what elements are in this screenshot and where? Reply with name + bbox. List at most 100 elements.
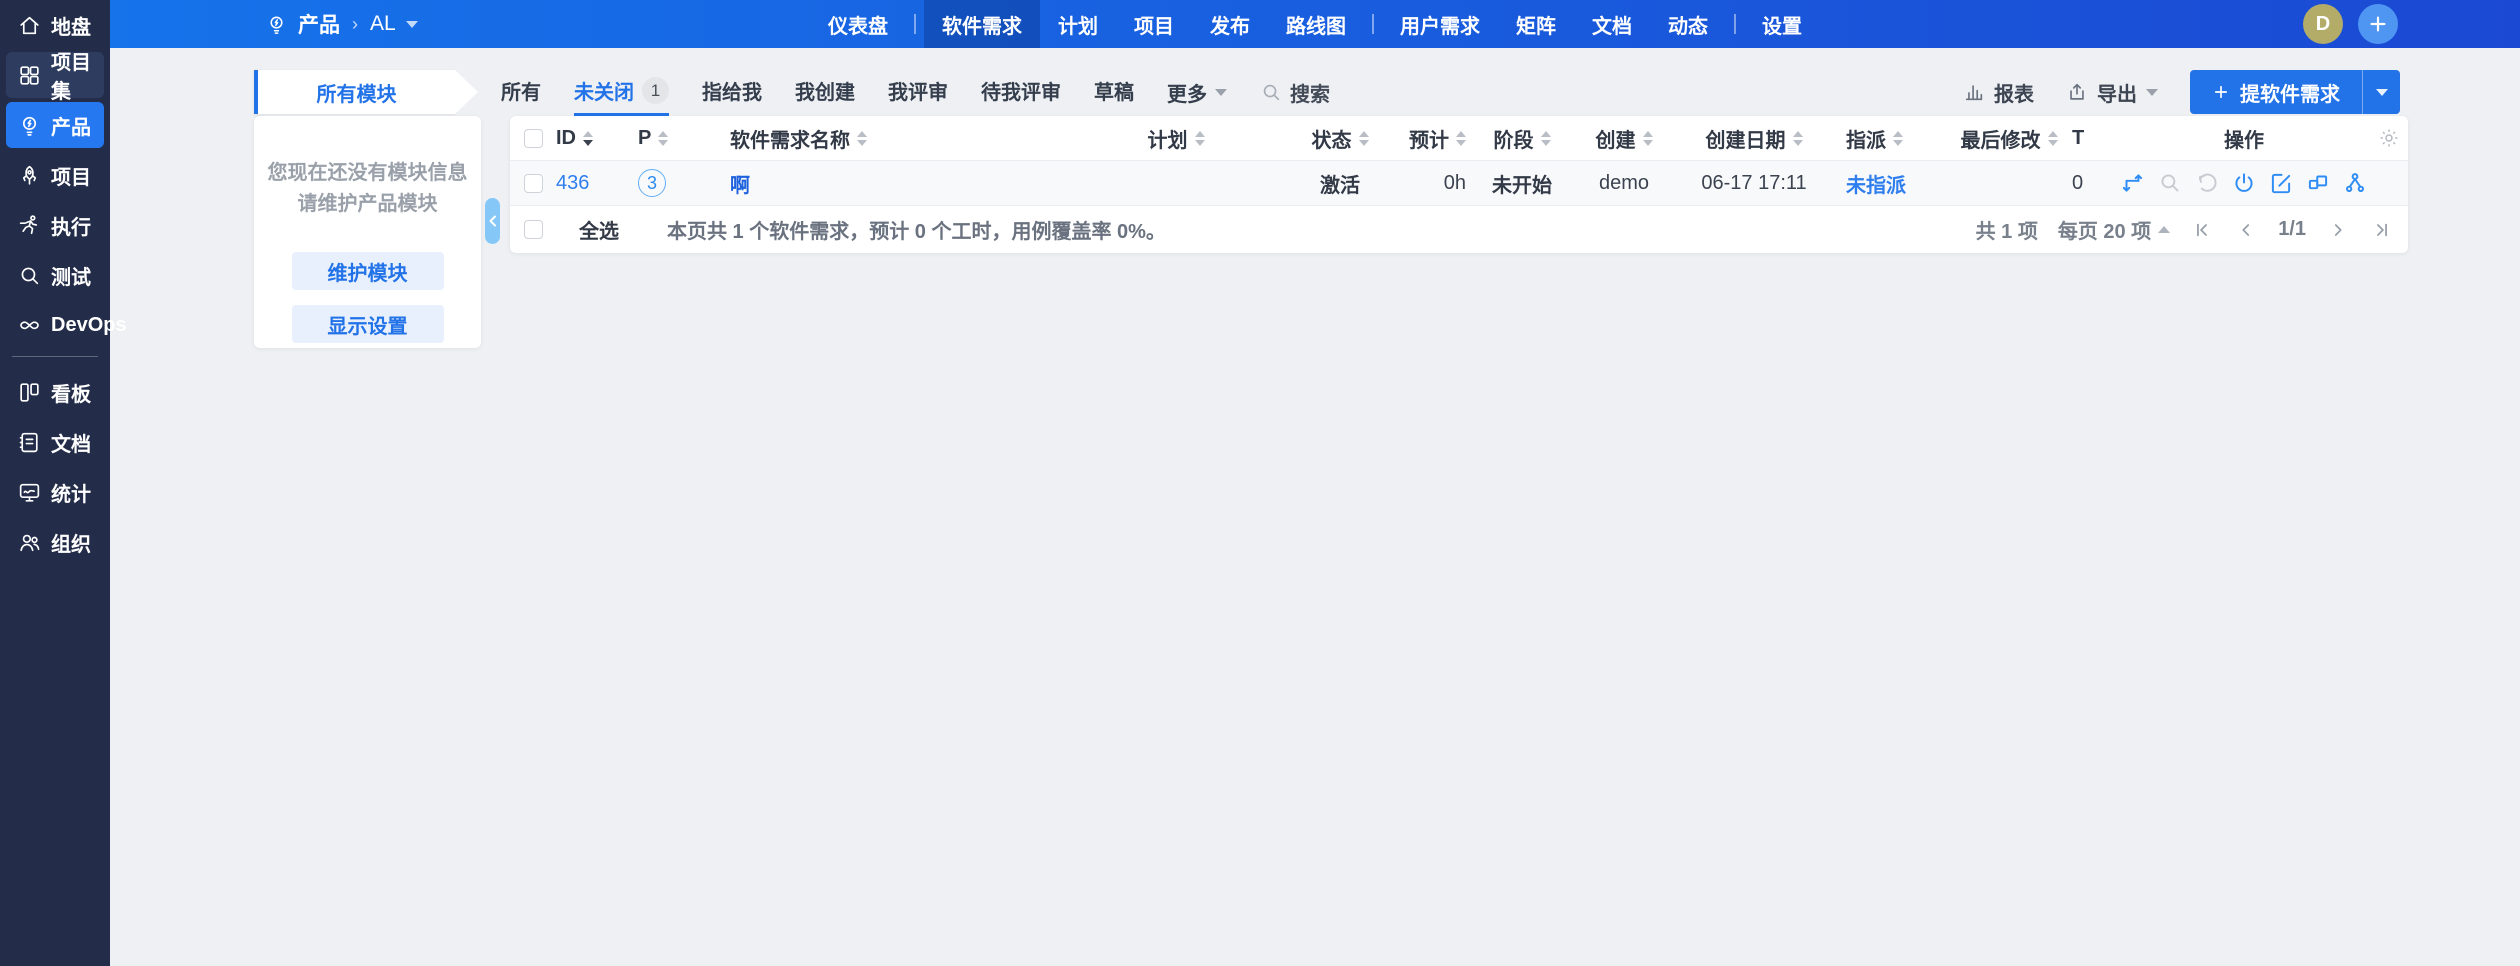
sidebar-item-devops[interactable]: DevOps (6, 302, 104, 348)
column-priority[interactable]: P (638, 127, 730, 150)
next-page-button[interactable] (2326, 218, 2350, 242)
menu-dynamic[interactable]: 动态 (1650, 0, 1726, 48)
pagination: 共 1 项 每页 20 项 1/1 (1976, 215, 2408, 244)
tab-assigned-to-me[interactable]: 指给我 (702, 68, 762, 116)
per-page-selector[interactable]: 每页 20 项 (2058, 215, 2170, 244)
sidebar-item-execution[interactable]: 执行 (6, 202, 104, 248)
maintain-module-button[interactable]: 维护模块 (292, 252, 444, 290)
sidebar-item-label: 产品 (51, 111, 91, 140)
creator-value: demo (1599, 172, 1649, 195)
tab-created-by-me[interactable]: 我创建 (795, 68, 855, 116)
header-checkbox[interactable] (524, 129, 543, 148)
last-page-button[interactable] (2370, 218, 2394, 242)
more-dropdown[interactable]: 更多 (1167, 78, 1227, 107)
tab-to-review[interactable]: 待我评审 (981, 68, 1061, 116)
module-panel: 您现在还没有模块信息 请维护产品模块 维护模块 显示设置 (254, 116, 481, 348)
column-created-date[interactable]: 创建日期 (1676, 124, 1832, 153)
tab-unclosed[interactable]: 未关闭 1 (574, 68, 669, 116)
module-switch-button[interactable]: 所有模块 (254, 70, 455, 114)
assigned-to-link[interactable]: 未指派 (1846, 169, 1906, 198)
menu-roadmap[interactable]: 路线图 (1268, 0, 1364, 48)
rocket-icon (17, 163, 42, 188)
sidebar-item-label: 项目 (51, 161, 91, 190)
display-settings-button[interactable]: 显示设置 (292, 305, 444, 343)
story-table: ID P 软件需求名称 计划 状态 预计 阶段 创建 (510, 116, 2408, 253)
panel-collapse-handle[interactable] (485, 198, 500, 244)
subdivide-action-icon[interactable] (2304, 169, 2332, 197)
story-title-link[interactable]: 啊 (730, 169, 750, 198)
chevron-down-icon (2146, 89, 2158, 96)
menu-story[interactable]: 软件需求 (924, 0, 1040, 48)
stage-value: 未开始 (1492, 169, 1552, 198)
search-toggle[interactable]: 搜索 (1260, 78, 1330, 107)
create-story-button[interactable]: 提软件需求 (2190, 70, 2400, 114)
quick-create-button[interactable] (2358, 4, 2398, 44)
sort-icon (2048, 131, 2058, 146)
stats-icon (17, 480, 42, 505)
sidebar-item-project-set[interactable]: 项目集 (6, 52, 104, 98)
select-all-label[interactable]: 全选 (579, 215, 619, 244)
create-story-main[interactable]: 提软件需求 (2190, 78, 2362, 107)
first-page-icon (2193, 221, 2211, 239)
column-creator[interactable]: 创建 (1572, 124, 1676, 153)
report-button[interactable]: 报表 (1963, 78, 2034, 107)
sidebar-item-project[interactable]: 项目 (6, 152, 104, 198)
tab-all[interactable]: 所有 (501, 68, 541, 116)
prev-page-button[interactable] (2234, 218, 2258, 242)
export-dropdown[interactable]: 导出 (2066, 78, 2158, 107)
chevron-down-icon (2376, 89, 2388, 96)
review-action-icon[interactable] (2156, 169, 2184, 197)
priority-badge[interactable]: 3 (638, 169, 666, 197)
tab-reviewed-by-me[interactable]: 我评审 (888, 68, 948, 116)
right-tools: 报表 导出 提软件需求 (1963, 70, 2400, 114)
column-id[interactable]: ID (556, 127, 638, 150)
recall-action-icon[interactable] (2193, 169, 2221, 197)
menu-project[interactable]: 项目 (1116, 0, 1192, 48)
tab-label: 未关闭 (574, 76, 634, 105)
sidebar-item-product[interactable]: 产品 (6, 102, 104, 148)
column-assigned[interactable]: 指派 (1832, 124, 1950, 153)
sidebar-item-home[interactable]: 地盘 (6, 2, 104, 48)
row-checkbox[interactable] (524, 174, 543, 193)
avatar[interactable]: D (2303, 4, 2343, 44)
sidebar-item-organization[interactable]: 组织 (6, 519, 104, 565)
column-last-modified[interactable]: 最后修改 (1950, 124, 2068, 153)
tab-draft[interactable]: 草稿 (1094, 68, 1134, 116)
story-id-link[interactable]: 436 (556, 172, 589, 195)
per-page-label: 每页 20 项 (2058, 215, 2151, 244)
main-menu: 仪表盘 软件需求 计划 项目 发布 路线图 用户需求 矩阵 文档 动态 设置 (110, 0, 2520, 48)
column-label: 创建日期 (1706, 124, 1786, 153)
sidebar-item-test[interactable]: 测试 (6, 252, 104, 298)
menu-plan[interactable]: 计划 (1040, 0, 1116, 48)
menu-release[interactable]: 发布 (1192, 0, 1268, 48)
plus-icon (2367, 13, 2389, 35)
menu-dashboard[interactable]: 仪表盘 (810, 0, 906, 48)
first-page-button[interactable] (2190, 218, 2214, 242)
create-story-dropdown[interactable] (2362, 70, 2400, 114)
menu-docs[interactable]: 文档 (1574, 0, 1650, 48)
column-estimate[interactable]: 预计 (1388, 124, 1472, 153)
column-status[interactable]: 状态 (1292, 124, 1388, 153)
close-action-icon[interactable] (2230, 169, 2258, 197)
sidebar-item-kanban[interactable]: 看板 (6, 369, 104, 415)
sidebar-item-docs[interactable]: 文档 (6, 419, 104, 465)
column-label: ID (556, 127, 576, 150)
menu-requirement[interactable]: 用户需求 (1382, 0, 1498, 48)
sidebar-item-label: 项目集 (51, 46, 104, 104)
edit-action-icon[interactable] (2267, 169, 2295, 197)
column-label: 最后修改 (1961, 124, 2041, 153)
menu-settings[interactable]: 设置 (1744, 0, 1820, 48)
menu-divider (914, 14, 916, 34)
table-row[interactable]: 436 3 啊 激活 0h 未开始 demo 06-17 17:11 未指派 0 (510, 160, 2408, 206)
column-stage[interactable]: 阶段 (1472, 124, 1572, 153)
column-plan[interactable]: 计划 (1060, 124, 1292, 153)
column-settings[interactable] (2370, 126, 2408, 150)
change-action-icon[interactable] (2119, 169, 2147, 197)
column-task-count[interactable]: T (2068, 127, 2118, 150)
track-action-icon[interactable] (2341, 169, 2369, 197)
sidebar-item-stats[interactable]: 统计 (6, 469, 104, 515)
menu-matrix[interactable]: 矩阵 (1498, 0, 1574, 48)
infinity-icon (17, 313, 42, 338)
column-title[interactable]: 软件需求名称 (730, 124, 1060, 153)
select-all-checkbox[interactable] (524, 220, 543, 239)
